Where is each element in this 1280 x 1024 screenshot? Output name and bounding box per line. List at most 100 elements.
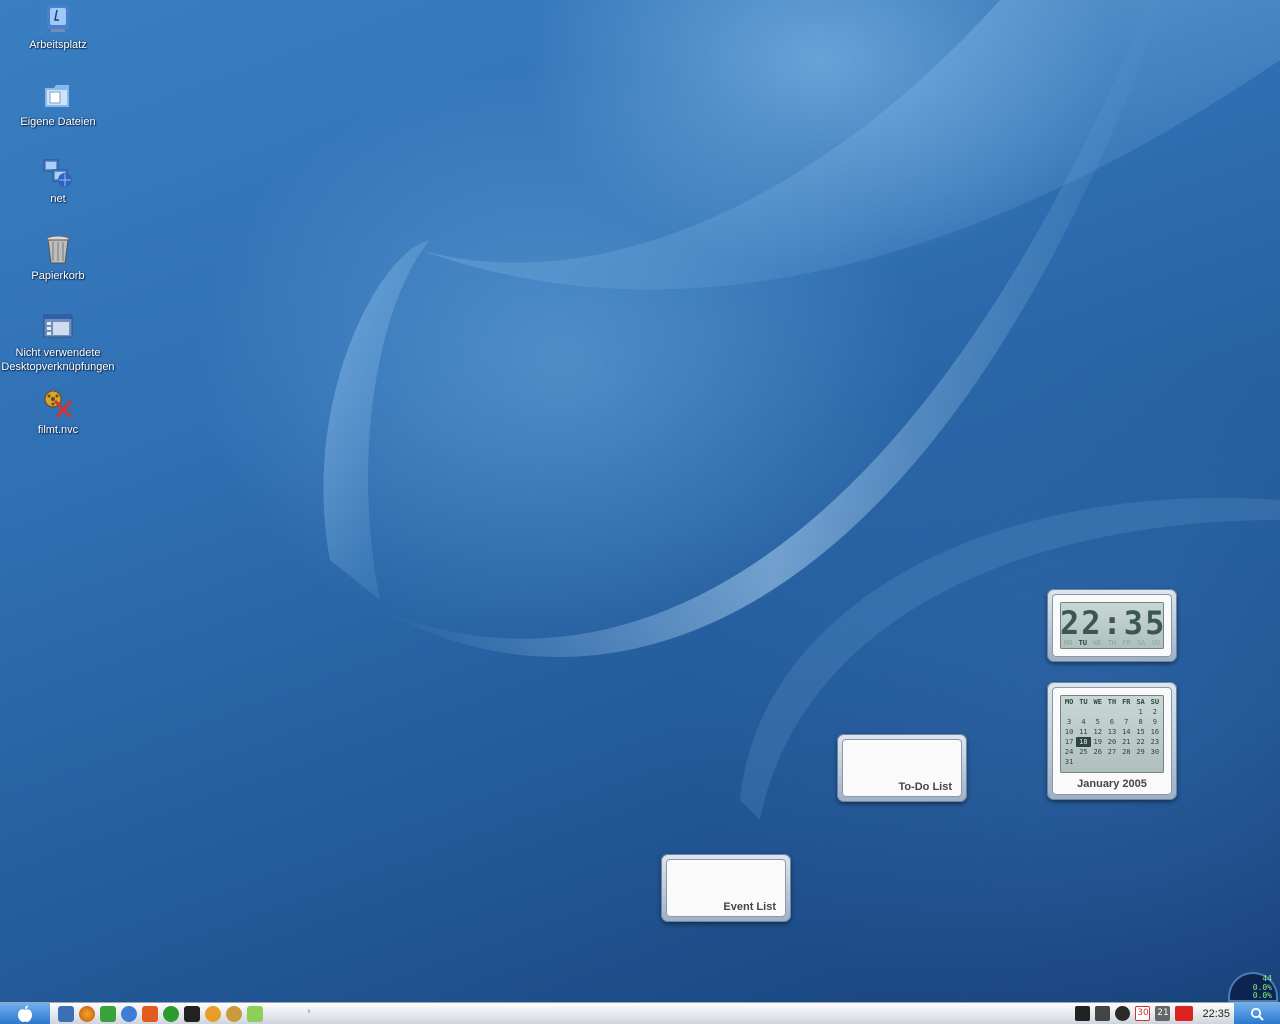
start-button[interactable]	[0, 1003, 50, 1024]
calendar-day[interactable]: 22	[1133, 737, 1147, 747]
calendar-widget[interactable]: MO TU WE TH FR SA SU 1 2 3 4 5 6 7 8 9 10 11 12 13 14 15 16 17 1…	[1047, 682, 1177, 800]
app2-icon[interactable]	[226, 1006, 242, 1022]
search-button[interactable]	[1234, 1003, 1280, 1024]
calendar-day[interactable]: 27	[1105, 747, 1119, 757]
calendar-header: TH	[1107, 698, 1117, 706]
calendar-day[interactable]: 26	[1091, 747, 1105, 757]
calendar-day[interactable]: 3	[1062, 717, 1076, 727]
steam-tray-icon[interactable]	[1075, 1006, 1091, 1021]
calendar-day	[1076, 707, 1090, 717]
calendar-day[interactable]: 29	[1133, 747, 1147, 757]
calendar-header: FR	[1122, 698, 1131, 706]
phone-tray-icon[interactable]	[1115, 1006, 1131, 1021]
clock-day: SA	[1136, 639, 1146, 647]
calendar-day[interactable]: 16	[1148, 727, 1162, 737]
calendar-day[interactable]: 24	[1062, 747, 1076, 757]
tray-day-b: 21	[1157, 1008, 1169, 1018]
music-icon[interactable]	[247, 1006, 263, 1022]
calendar-day	[1148, 757, 1162, 767]
calendar-day[interactable]: 14	[1119, 727, 1133, 737]
calendar-day	[1091, 757, 1105, 767]
taskbar-clock[interactable]: 22:35	[1202, 1008, 1230, 1020]
event-list-widget[interactable]: Event List	[661, 854, 791, 922]
calendar-day	[1119, 707, 1133, 717]
calendar-day[interactable]: 12	[1091, 727, 1105, 737]
event-list-title: Event List	[723, 901, 776, 913]
clock-widget[interactable]: 22:35 MO TU WE TH FR SA SU	[1047, 589, 1177, 662]
calendar-day[interactable]: 30	[1148, 747, 1162, 757]
calendar-header: SA	[1136, 698, 1145, 706]
desktop-icon-filmt-nvc[interactable]: filmt.nvc	[0, 387, 116, 437]
quick-launch-chevron-icon[interactable]: ›	[307, 1006, 311, 1017]
desktop-icon-papierkorb[interactable]: Papierkorb	[0, 233, 116, 283]
calendar-title: January 2005	[1077, 778, 1147, 790]
todo-title: To-Do List	[898, 781, 952, 793]
day-21-icon[interactable]: 21	[1155, 1006, 1171, 1021]
calendar-day[interactable]: 1	[1133, 707, 1147, 717]
desktop-icon-label: net	[50, 193, 66, 205]
calendar-day[interactable]: 21	[1119, 737, 1133, 747]
calendar-day	[1119, 757, 1133, 767]
calendar-day[interactable]: 7	[1119, 717, 1133, 727]
calendar-day[interactable]: 4	[1076, 717, 1090, 727]
clock-day: SU	[1151, 639, 1160, 647]
clock-days: MO TU WE TH FR SA SU	[1064, 639, 1160, 647]
day-30-icon[interactable]: 30	[1135, 1006, 1151, 1021]
desktop-icon-unused-shortcuts[interactable]: Nicht verwendete Desktopverknüpfungen	[0, 310, 116, 374]
wallpaper-swoosh	[323, 0, 1280, 820]
icq-icon[interactable]	[163, 1006, 179, 1022]
calendar-day[interactable]: 28	[1119, 747, 1133, 757]
desktop-icon-eigene-dateien[interactable]: Eigene Dateien	[0, 79, 116, 129]
meter-value-2: 0.0%	[1252, 991, 1272, 1000]
calendar-day[interactable]: 19	[1091, 737, 1105, 747]
calendar-day[interactable]: 6	[1105, 717, 1119, 727]
taskbar: › 30 21 22:35	[0, 1002, 1280, 1024]
firefox-icon[interactable]	[79, 1006, 95, 1022]
media-tray-icon[interactable]	[1095, 1006, 1111, 1021]
calendar-grid: MO TU WE TH FR SA SU 1 2 3 4 5 6 7 8 9 10 11 12 13 14 15 16 17 1…	[1062, 697, 1162, 767]
calendar-day[interactable]: 11	[1076, 727, 1090, 737]
unused-shortcuts-icon	[43, 314, 73, 338]
calendar-header: MO	[1064, 698, 1074, 706]
documents-folder-icon	[45, 85, 69, 107]
show-desktop-icon[interactable]	[58, 1006, 74, 1022]
calendar-day[interactable]: 23	[1148, 737, 1162, 747]
apple-icon	[18, 1005, 32, 1022]
calendar-day[interactable]: 5	[1091, 717, 1105, 727]
clock-day: TH	[1107, 639, 1117, 647]
ie-icon[interactable]	[121, 1006, 137, 1022]
clock-day: MO	[1064, 639, 1073, 647]
mail-icon[interactable]	[142, 1006, 158, 1022]
calendar-day	[1105, 707, 1119, 717]
calendar-day[interactable]: 25	[1076, 747, 1090, 757]
calendar-day[interactable]: 9	[1148, 717, 1162, 727]
steam-icon[interactable]	[184, 1006, 200, 1022]
todo-widget[interactable]: To-Do List	[837, 734, 967, 802]
desktop[interactable]: Arbeitsplatz Eigene Dateien net Papierko…	[0, 0, 1280, 1002]
calendar-day[interactable]: 13	[1105, 727, 1119, 737]
calendar-day	[1133, 757, 1147, 767]
app-icon[interactable]	[205, 1006, 221, 1022]
meter-top-value: 44	[1262, 974, 1272, 983]
calendar-day[interactable]: 8	[1133, 717, 1147, 727]
calendar-lcd: MO TU WE TH FR SA SU 1 2 3 4 5 6 7 8 9 10 11 12 13 14 15 16 17 1…	[1060, 695, 1164, 773]
calendar-day[interactable]: 15	[1133, 727, 1147, 737]
calendar-header: SU	[1150, 698, 1160, 706]
system-meter[interactable]: 44 0.0% 0.0%	[1228, 972, 1278, 1002]
desktop-icon-arbeitsplatz[interactable]: Arbeitsplatz	[0, 2, 116, 52]
calendar-day-today[interactable]: 18	[1076, 737, 1091, 747]
clock-lcd: 22:35 MO TU WE TH FR SA SU	[1060, 602, 1164, 649]
calendar-day[interactable]: 10	[1062, 727, 1076, 737]
calendar-day[interactable]: 20	[1105, 737, 1119, 747]
calendar-day	[1062, 707, 1076, 717]
calendar-day[interactable]: 17	[1062, 737, 1076, 747]
ati-tray-icon[interactable]	[1175, 1006, 1194, 1021]
calendar-day[interactable]: 2	[1148, 707, 1162, 717]
desktop-icon-net[interactable]: net	[0, 156, 116, 206]
clock-day: FR	[1122, 639, 1131, 647]
system-tray: 30 21 22:35	[1075, 1006, 1230, 1021]
calendar-day[interactable]: 31	[1062, 757, 1076, 767]
calendar-header: TU	[1079, 698, 1088, 706]
download-icon[interactable]	[100, 1006, 116, 1022]
media-file-icon	[44, 390, 73, 419]
